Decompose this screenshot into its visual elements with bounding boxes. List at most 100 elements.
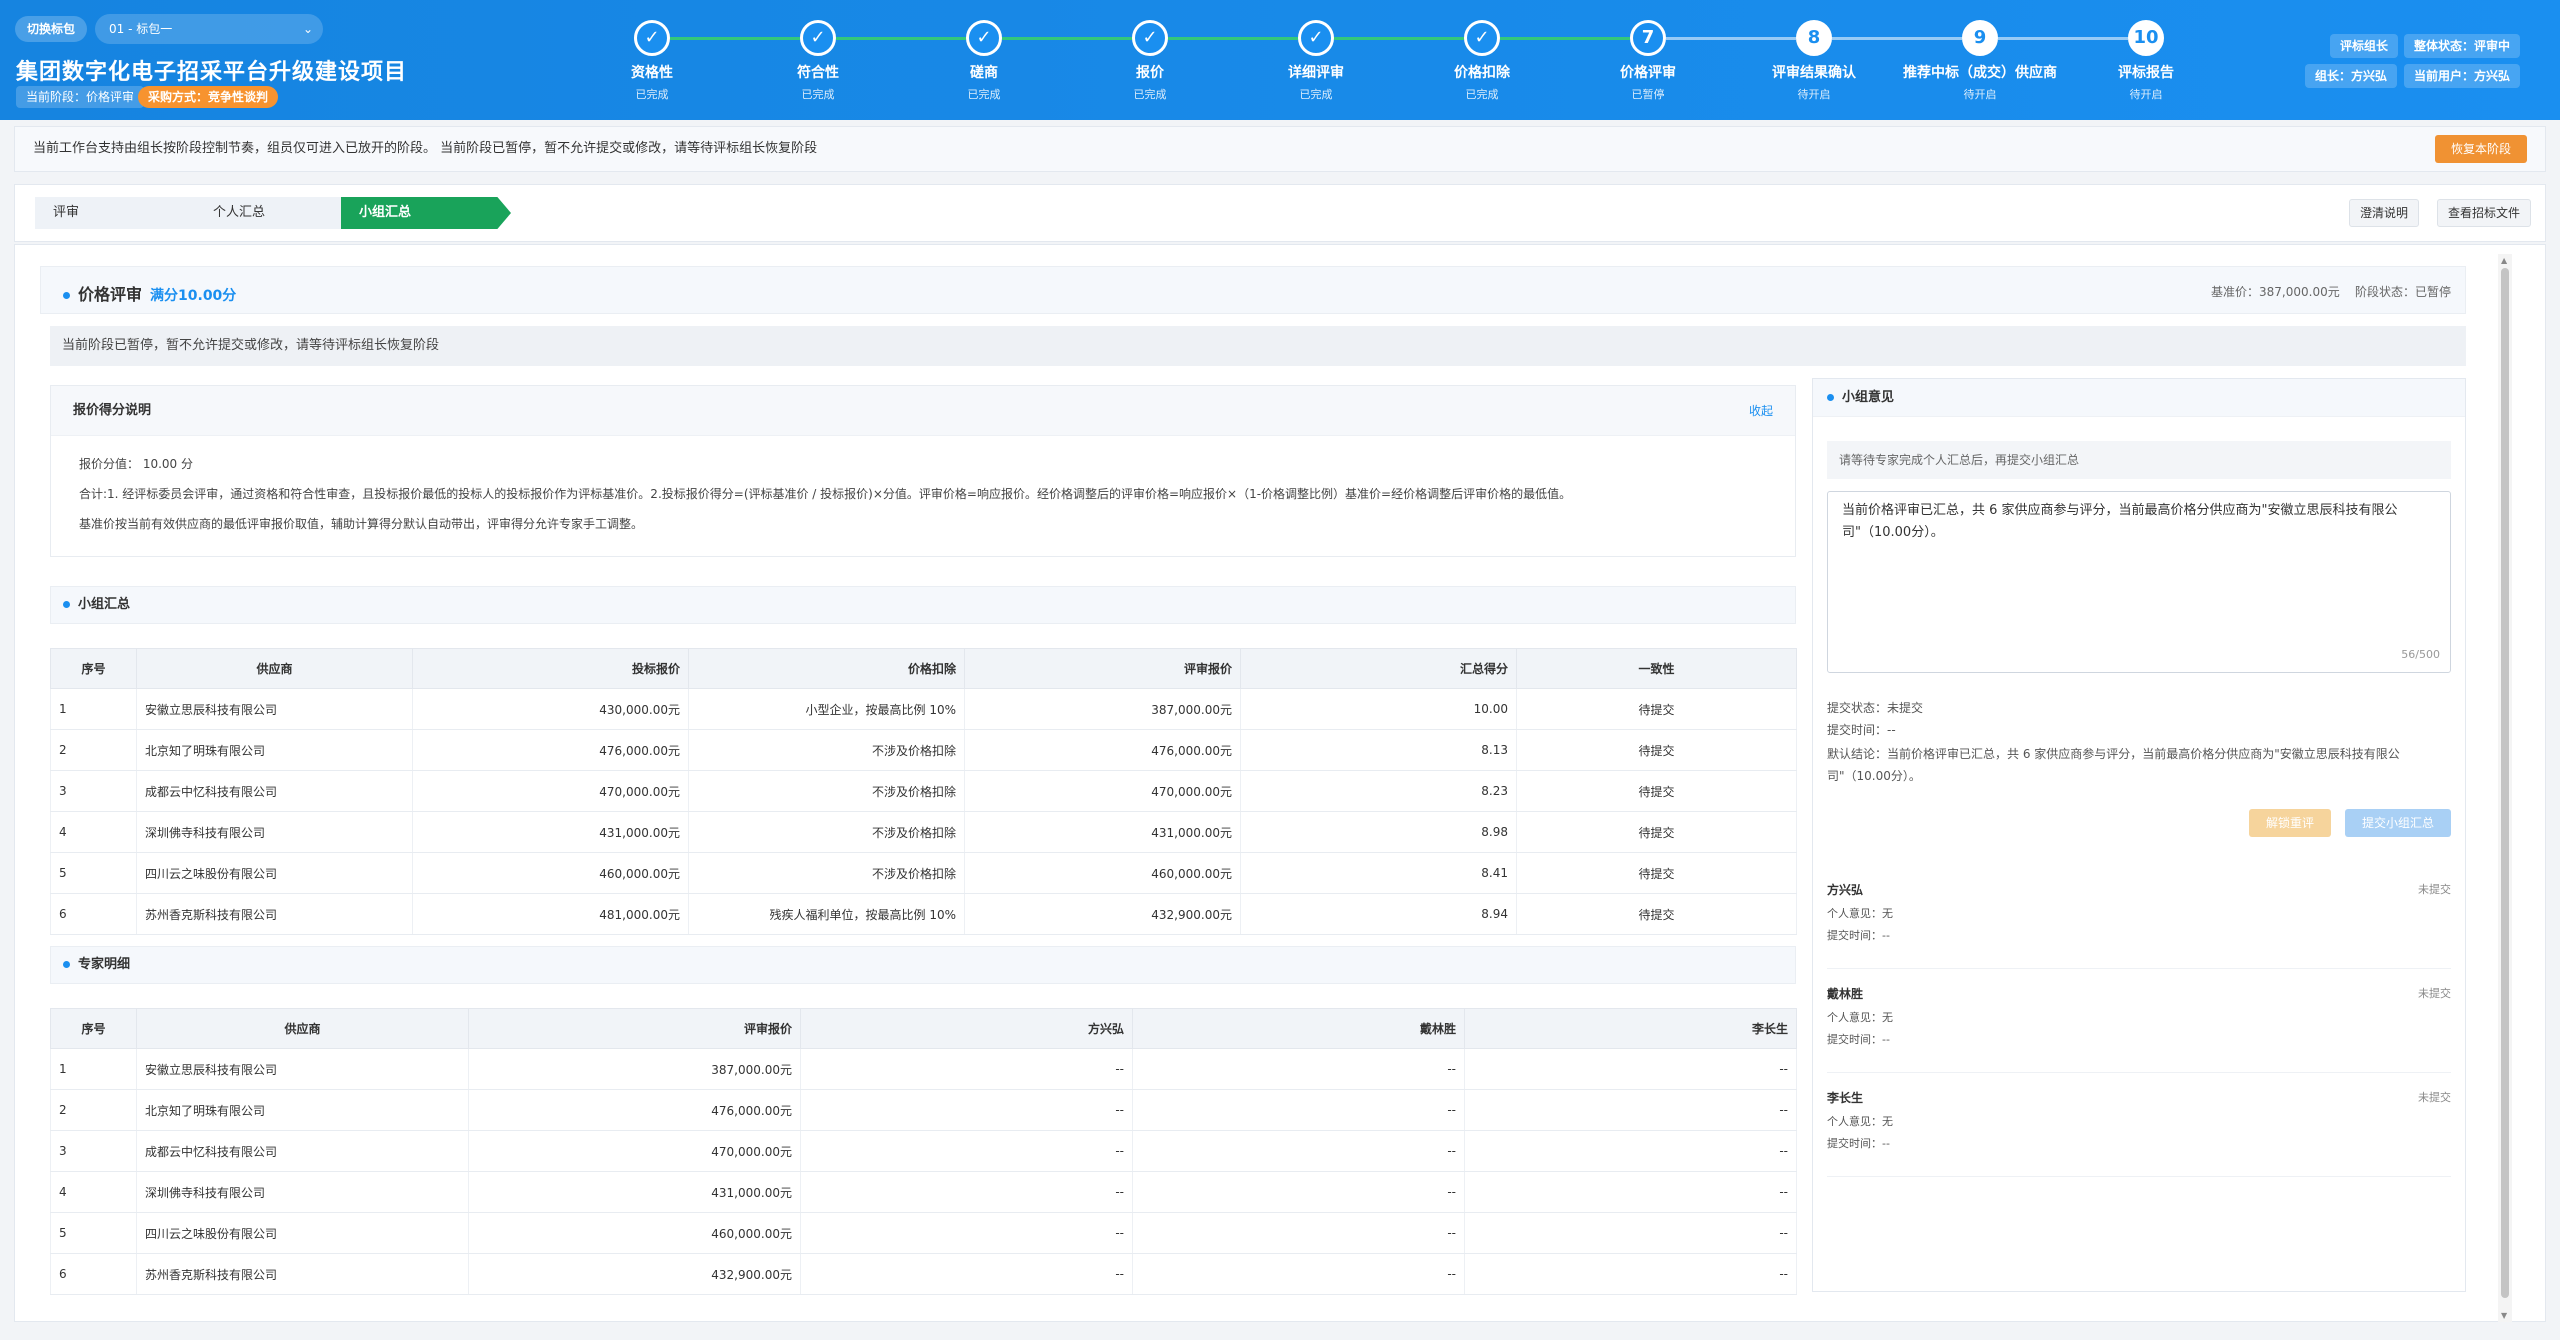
table-cell: 不涉及价格扣除	[688, 811, 965, 853]
step-5[interactable]: ✓ 详细评审 已完成	[1236, 20, 1396, 102]
check-icon: ✓	[966, 20, 1002, 56]
table-cell: 481,000.00元	[412, 893, 689, 935]
tab-personal-summary[interactable]: 个人汇总	[195, 197, 355, 229]
step-name: 价格评审	[1620, 65, 1676, 81]
table-cell: --	[800, 1171, 1133, 1213]
step-10[interactable]: 10 评标报告 待开启	[2066, 20, 2226, 102]
step-8[interactable]: 8 评审结果确认 待开启	[1734, 20, 1894, 102]
column-header: 方兴弘	[800, 1008, 1133, 1049]
table-row: 6 苏州香克斯科技有限公司 481,000.00元 残疾人福利单位，按最高比例 10%…	[50, 893, 1797, 935]
collapse-link[interactable]: 收起	[1749, 386, 1773, 436]
step-name: 符合性	[797, 65, 839, 81]
tab-group-summary[interactable]: 小组汇总	[341, 197, 511, 229]
table-row: 2 北京知了明珠有限公司 476,000.00元 -- -- --	[50, 1089, 1797, 1131]
tab-review[interactable]: 评审	[35, 197, 195, 229]
expert-detail-title: 专家明细	[78, 957, 131, 972]
column-header: 李长生	[1464, 1008, 1797, 1049]
table-cell: 8.98	[1240, 811, 1517, 853]
expert-name: 李长生	[1827, 1091, 1864, 1105]
explanation-title: 报价得分说明	[73, 403, 152, 418]
expert-opinion-item: 方兴弘 未提交 个人意见：无 提交时间：--	[1827, 875, 2451, 969]
section-header: 价格评审 满分10.00分 基准价：387,000.00元 阶段状态：已暂停	[40, 266, 2466, 314]
step-7[interactable]: 7 价格评审 已暂停	[1568, 20, 1728, 102]
table-cell: --	[1464, 1171, 1797, 1213]
check-icon: ✓	[1464, 20, 1500, 56]
submit-group-summary-button[interactable]: 提交小组汇总	[2345, 809, 2451, 837]
expert-detail-table: 序号 供应商 评审报价 方兴弘 戴林胜 李长生 1 安徽立思辰科技有限公司 387,000.0…	[50, 1008, 1797, 1295]
step-3[interactable]: ✓ 磋商 已完成	[904, 20, 1064, 102]
group-summary-table: 序号 供应商 投标报价 价格扣除 评审报价 汇总得分 一致性 1 安徽立思辰科技有限公司 430…	[50, 648, 1797, 935]
table-cell: --	[1464, 1253, 1797, 1295]
step-4[interactable]: ✓ 报价 已完成	[1070, 20, 1230, 102]
expert-opinion-item: 李长生 未提交 个人意见：无 提交时间：--	[1827, 1083, 2451, 1177]
notice-text: 当前工作台支持由组长按阶段控制节奏，组员仅可进入已放开的阶段。 当前阶段已暂停，…	[33, 141, 818, 156]
table-cell: 不涉及价格扣除	[688, 852, 965, 894]
table-cell: 387,000.00元	[468, 1048, 801, 1090]
table-cell: 6	[50, 893, 137, 935]
clarify-button[interactable]: 澄清说明	[2348, 199, 2419, 227]
submit-time: 提交时间：--	[1827, 723, 1896, 737]
step-1[interactable]: ✓ 资格性 已完成	[572, 20, 732, 102]
expert-personal-opinion: 个人意见：无	[1827, 1011, 1893, 1024]
opinion-wait-hint: 请等待专家完成个人汇总后，再提交小组汇总	[1827, 441, 2451, 479]
step-status: 已完成	[1299, 88, 1333, 101]
leader-tag: 组长：方兴弘	[2305, 64, 2398, 88]
table-cell: --	[800, 1212, 1133, 1254]
expert-personal-opinion: 个人意见：无	[1827, 907, 1893, 920]
table-cell: 432,900.00元	[964, 893, 1241, 935]
table-row: 6 苏州香克斯科技有限公司 432,900.00元 -- -- --	[50, 1253, 1797, 1295]
table-cell: --	[1132, 1253, 1465, 1295]
group-opinion-panel: 小组意见 请等待专家完成个人汇总后，再提交小组汇总 当前价格评审已汇总，共 6 …	[1812, 378, 2466, 1292]
table-cell: 安徽立思辰科技有限公司	[136, 1048, 469, 1090]
group-opinion-textarea[interactable]: 当前价格评审已汇总，共 6 家供应商参与评分，当前最高价格分供应商为"安徽立思辰…	[1827, 491, 2451, 673]
vertical-scrollbar[interactable]: ▲ ▼	[2498, 254, 2512, 1322]
unlock-rereview-button[interactable]: 解锁重评	[2249, 809, 2331, 837]
expert-name: 戴林胜	[1827, 987, 1864, 1001]
step-6[interactable]: ✓ 价格扣除 已完成	[1402, 20, 1562, 102]
stage-notice: 当前工作台支持由组长按阶段控制节奏，组员仅可进入已放开的阶段。 当前阶段已暂停，…	[14, 126, 2546, 172]
table-cell: 安徽立思辰科技有限公司	[136, 688, 413, 730]
table-cell: 3	[50, 1130, 137, 1172]
step-2[interactable]: ✓ 符合性 已完成	[738, 20, 898, 102]
table-cell: 431,000.00元	[964, 811, 1241, 853]
table-cell: 470,000.00元	[468, 1130, 801, 1172]
table-row: 5 四川云之味股份有限公司 460,000.00元 不涉及价格扣除 460,000.00…	[50, 852, 1797, 894]
expert-detail-header: 专家明细	[50, 946, 1796, 984]
step-9[interactable]: 9 推荐中标（成交）供应商 待开启	[1900, 20, 2060, 102]
section-title: 价格评审	[78, 285, 143, 304]
table-cell: 2	[50, 729, 137, 771]
table-cell: 成都云中忆科技有限公司	[136, 770, 413, 812]
column-header: 供应商	[136, 648, 413, 689]
opinion-textarea-value: 当前价格评审已汇总，共 6 家供应商参与评分，当前最高价格分供应商为"安徽立思辰…	[1842, 503, 2398, 540]
expert-submit-time: 提交时间：--	[1827, 1137, 1890, 1150]
table-cell: 待提交	[1516, 729, 1797, 771]
table-cell: 387,000.00元	[964, 688, 1241, 730]
score-explanation-panel: 报价得分说明 收起 报价分值： 10.00 分 合计:1. 经评标委员会评审，通过…	[50, 385, 1796, 557]
expert-detail-dot-icon	[63, 961, 70, 968]
restore-stage-button[interactable]: 恢复本阶段	[2434, 135, 2527, 163]
base-price: 基准价：387,000.00元	[2211, 285, 2340, 299]
table-cell: 430,000.00元	[412, 688, 689, 730]
scroll-down-icon[interactable]: ▼	[2501, 1311, 2507, 1320]
table-cell: 476,000.00元	[412, 729, 689, 771]
table-cell: --	[1464, 1048, 1797, 1090]
column-header: 评审报价	[964, 648, 1241, 689]
table-cell: 四川云之味股份有限公司	[136, 1212, 469, 1254]
table-cell: --	[800, 1048, 1133, 1090]
explanation-baseline: 基准价按当前有效供应商的最低评审报价取值，辅助计算得分默认自动带出，评审得分允许…	[79, 517, 644, 531]
table-cell: 431,000.00元	[468, 1171, 801, 1213]
table-cell: 2	[50, 1089, 137, 1131]
scrollbar-thumb[interactable]	[2501, 268, 2509, 1298]
table-cell: 待提交	[1516, 688, 1797, 730]
table-row: 4 深圳佛寺科技有限公司 431,000.00元 -- -- --	[50, 1171, 1797, 1213]
table-cell: 4	[50, 811, 137, 853]
table-cell: 不涉及价格扣除	[688, 770, 965, 812]
table-cell: 1	[50, 688, 137, 730]
step-name: 评审结果确认	[1772, 65, 1856, 81]
scroll-up-icon[interactable]: ▲	[2501, 256, 2507, 265]
step-status: 已暂停	[1631, 88, 1665, 101]
view-tender-doc-button[interactable]: 查看招标文件	[2436, 199, 2531, 227]
table-cell: 北京知了明珠有限公司	[136, 1089, 469, 1131]
table-cell: 5	[50, 852, 137, 894]
step-name: 推荐中标（成交）供应商	[1903, 65, 2057, 81]
